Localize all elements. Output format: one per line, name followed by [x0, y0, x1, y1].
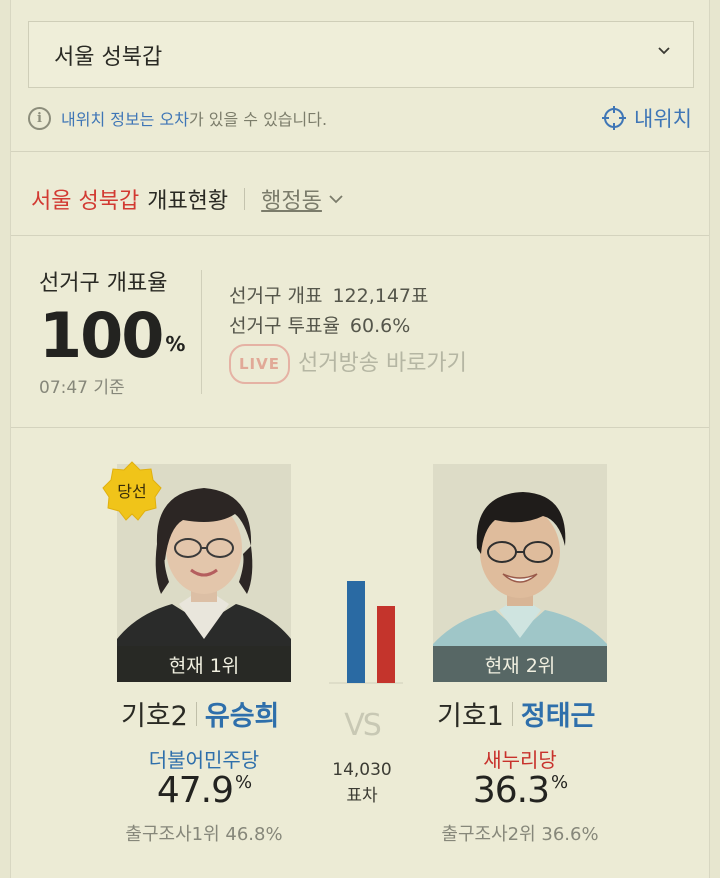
candidate-percent-unit-2: %	[551, 772, 568, 793]
notice-highlight: 내위치 정보는 오차	[61, 110, 189, 129]
candidate-party-1: 더불어민주당	[148, 748, 260, 772]
votes-counted-value: 122,147표	[332, 285, 429, 307]
candidate-percent-2: 36.3%	[420, 770, 620, 811]
info-icon: i	[28, 106, 51, 130]
live-broadcast-link[interactable]: LIVE 선거방송 바로가기	[229, 344, 467, 384]
winner-badge-label: 당선	[117, 482, 146, 501]
crosshair-icon	[602, 106, 627, 130]
chevron-down-icon	[658, 47, 670, 55]
turnout-value: 60.6%	[349, 315, 411, 337]
section-title: 서울 성북갑 개표현황 행정동	[31, 181, 343, 217]
votes-counted-label: 선거구 개표	[229, 285, 323, 307]
candidate-party-2: 새누리당	[483, 748, 557, 772]
candidate-number-2: 기호1	[437, 701, 504, 732]
live-link-label: 선거방송 바로가기	[298, 351, 467, 376]
vote-gap-label: 표차	[346, 786, 378, 806]
candidate-exit-poll-1: 출구조사1위 46.8%	[125, 824, 283, 845]
candidate-name-2: 정태근	[520, 701, 596, 732]
region-select-value: 서울 성북갑	[54, 44, 163, 70]
candidate-exit-poll-2: 출구조사2위 36.6%	[441, 824, 599, 845]
title-status: 개표현황	[147, 189, 229, 214]
divider	[11, 151, 709, 152]
turnout-label: 선거구 투표율	[229, 315, 340, 337]
candidate-photo-2[interactable]: 현재 2위	[433, 464, 607, 682]
election-result-card: 서울 성북갑 i 내위치 정보는 오차 가 있을 수 있습니다. 내위치 서울 성…	[10, 0, 710, 878]
chevron-down-icon	[329, 195, 343, 204]
candidate-percent-value-1: 47.9	[156, 770, 234, 811]
candidate-rank-1: 현재 1위	[117, 646, 291, 682]
vote-gap-value: 14,030	[332, 760, 392, 780]
candidate-name-1: 유승희	[204, 701, 280, 732]
candidate-rank-2: 현재 2위	[433, 646, 607, 682]
name-separator	[511, 701, 513, 726]
vote-bar-2	[377, 606, 395, 683]
candidate-name-row-1[interactable]: 기호2 유승희	[121, 694, 279, 733]
count-rate-number: 100	[39, 299, 164, 372]
candidate-number-1: 기호2	[121, 701, 188, 732]
live-badge: LIVE	[229, 344, 290, 384]
count-rate-label: 선거구 개표율	[39, 271, 168, 296]
vote-bar-1	[347, 581, 365, 683]
admin-district-label: 행정동	[261, 189, 322, 214]
count-rate-value: 100%	[39, 303, 185, 369]
divider	[11, 235, 709, 236]
name-separator	[195, 701, 197, 726]
count-rate-block: 선거구 개표율 100% 07:47 기준	[39, 265, 185, 398]
title-region: 서울 성북갑	[31, 189, 140, 214]
vote-gap: 14,030 표차	[312, 757, 412, 809]
candidate-percent-unit-1: %	[235, 772, 252, 793]
divider	[11, 427, 709, 428]
count-rate-unit: %	[165, 332, 185, 356]
count-time: 07:47 기준	[39, 378, 125, 398]
candidate-name-row-2[interactable]: 기호1 정태근	[437, 694, 595, 733]
winner-badge-icon: 당선	[102, 461, 162, 521]
vertical-divider	[201, 270, 202, 394]
region-select[interactable]: 서울 성북갑	[28, 21, 694, 88]
votes-counted-row: 선거구 개표 122,147표	[229, 281, 467, 311]
my-location-label: 내위치	[634, 107, 692, 131]
vote-share-bars	[329, 581, 403, 684]
candidate-percent-1: 47.9%	[104, 770, 304, 811]
turnout-row: 선거구 투표율 60.6%	[229, 311, 467, 341]
admin-district-dropdown[interactable]: 행정동	[261, 183, 343, 215]
location-notice: i 내위치 정보는 오차 가 있을 수 있습니다.	[28, 103, 327, 133]
title-separator	[244, 188, 246, 210]
vs-label: VS	[344, 708, 382, 743]
candidate-percent-value-2: 36.3	[472, 770, 550, 811]
my-location-button[interactable]: 내위치	[602, 103, 692, 133]
notice-text: 가 있을 수 있습니다.	[188, 110, 328, 129]
district-stats: 선거구 개표 122,147표 선거구 투표율 60.6% LIVE 선거방송 바로…	[229, 281, 467, 384]
